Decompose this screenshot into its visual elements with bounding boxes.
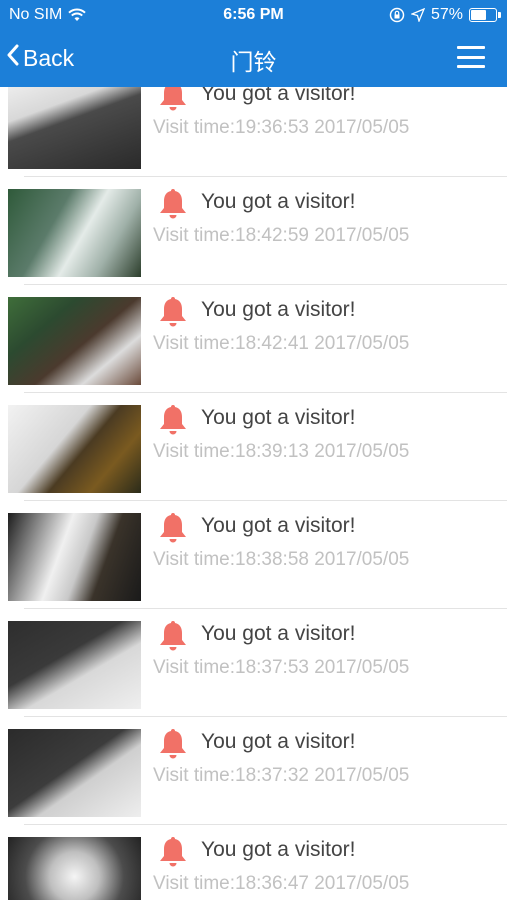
visitor-snapshot-image <box>8 297 141 385</box>
visitor-message: You got a visitor! <box>201 406 356 429</box>
visitor-message: You got a visitor! <box>201 730 356 753</box>
visitor-message: You got a visitor! <box>201 838 356 861</box>
rotation-lock-icon <box>389 7 405 23</box>
hamburger-menu-icon[interactable] <box>457 46 485 68</box>
battery-icon <box>469 8 501 22</box>
bell-icon <box>157 835 189 874</box>
visitor-snapshot-image <box>8 837 141 900</box>
visit-time: Visit time:18:37:53 2017/05/05 <box>153 657 410 678</box>
battery-fill <box>471 10 486 20</box>
visitor-list: You got a visitor! Visit time:19:36:53 20… <box>0 87 507 900</box>
list-item[interactable]: You got a visitor! Visit time:18:37:32 20… <box>0 717 507 825</box>
page-title: 门铃 <box>230 49 277 75</box>
visitor-snapshot-image <box>8 87 141 169</box>
list-item[interactable]: You got a visitor! Visit time:18:39:13 20… <box>0 393 507 501</box>
visitor-message: You got a visitor! <box>201 298 356 321</box>
visitor-snapshot-image <box>8 405 141 493</box>
visitor-snapshot-image <box>8 189 141 277</box>
visitor-snapshot-image <box>8 729 141 817</box>
list-item[interactable]: You got a visitor! Visit time:18:42:59 20… <box>0 177 507 285</box>
bell-icon <box>157 727 189 766</box>
visit-time: Visit time:18:36:47 2017/05/05 <box>153 873 410 894</box>
location-arrow-icon <box>410 8 425 22</box>
visit-time: Visit time:18:42:59 2017/05/05 <box>153 225 410 246</box>
visitor-message: You got a visitor! <box>201 190 356 213</box>
bell-icon <box>157 295 189 334</box>
list-item[interactable]: You got a visitor! Visit time:18:38:58 20… <box>0 501 507 609</box>
bell-icon <box>157 403 189 442</box>
battery-percent: 57% <box>430 6 463 23</box>
visitor-message: You got a visitor! <box>201 622 356 645</box>
status-bar: No SIM 6:56 PM 57% <box>0 0 507 30</box>
app-header: No SIM 6:56 PM 57% Back 门铃 <box>0 0 507 87</box>
list-item[interactable]: You got a visitor! Visit time:18:36:47 20… <box>0 825 507 900</box>
visit-time: Visit time:18:38:58 2017/05/05 <box>153 549 410 570</box>
visit-time: Visit time:19:36:53 2017/05/05 <box>153 117 410 138</box>
bell-icon <box>157 187 189 226</box>
bell-icon <box>157 619 189 658</box>
visitor-message: You got a visitor! <box>201 87 356 105</box>
visit-time: Visit time:18:42:41 2017/05/05 <box>153 333 410 354</box>
list-item[interactable]: You got a visitor! Visit time:18:37:53 20… <box>0 609 507 717</box>
bell-icon <box>157 87 189 118</box>
nav-bar: Back 门铃 <box>0 30 507 87</box>
list-item[interactable]: You got a visitor! Visit time:19:36:53 20… <box>0 87 507 177</box>
visitor-message: You got a visitor! <box>201 514 356 537</box>
bell-icon <box>157 511 189 550</box>
list-item[interactable]: You got a visitor! Visit time:18:42:41 20… <box>0 285 507 393</box>
visit-time: Visit time:18:39:13 2017/05/05 <box>153 441 410 462</box>
visit-time: Visit time:18:37:32 2017/05/05 <box>153 765 410 786</box>
visitor-snapshot-image <box>8 621 141 709</box>
visitor-snapshot-image <box>8 513 141 601</box>
